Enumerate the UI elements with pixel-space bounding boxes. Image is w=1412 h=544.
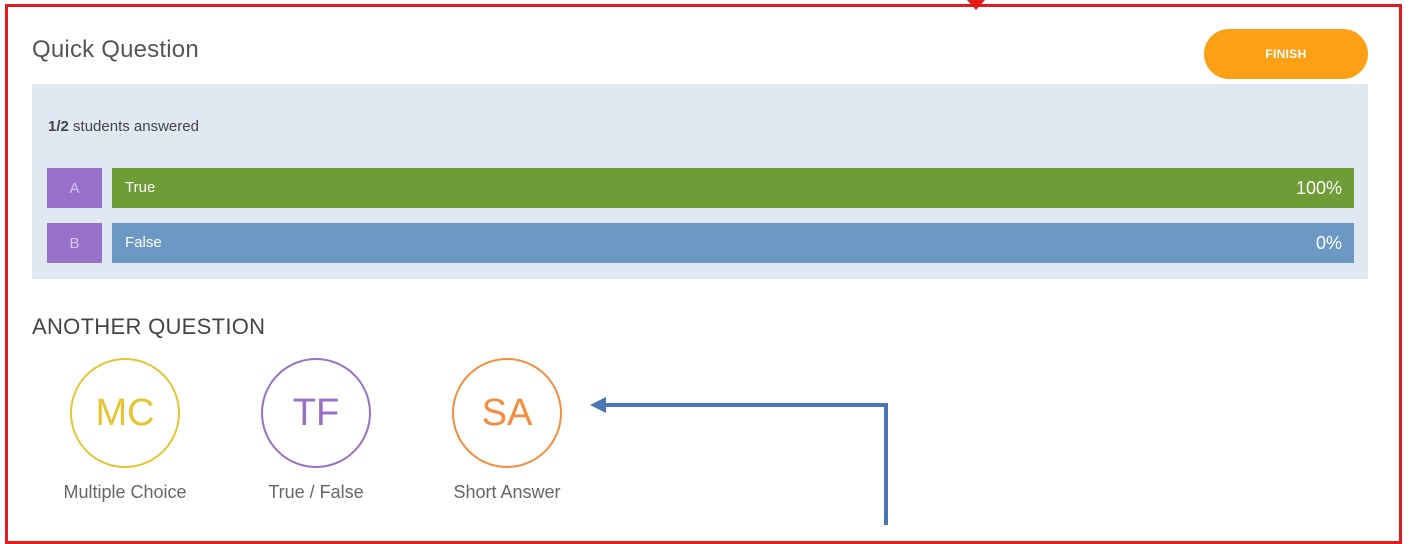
highlight-pointer — [967, 0, 985, 10]
results-panel: 1/2 students answered A True 100% B Fals… — [32, 84, 1368, 279]
answer-percent: 100% — [1295, 178, 1342, 198]
multiple-choice-option[interactable]: MC Multiple Choice — [25, 358, 225, 518]
another-question-heading: ANOTHER QUESTION — [32, 314, 266, 339]
finish-button[interactable]: FINISH — [1204, 29, 1368, 79]
annotation-arrow-shaft-vertical — [884, 403, 888, 525]
multiple-choice-icon[interactable]: MC — [70, 358, 180, 468]
answered-suffix: students answered — [68, 118, 199, 135]
true-false-option[interactable]: TF True / False — [216, 358, 416, 518]
answer-bar: True 100% — [112, 168, 1354, 208]
annotation-arrow-shaft-horizontal — [605, 403, 888, 407]
answered-summary: 1/2 students answered — [48, 118, 199, 135]
answer-label: True — [125, 179, 156, 196]
multiple-choice-label: Multiple Choice — [63, 482, 187, 502]
short-answer-icon[interactable]: SA — [452, 358, 562, 468]
answer-letter: B — [47, 223, 102, 263]
answer-letter: A — [47, 168, 102, 208]
short-answer-label: Short Answer — [453, 482, 561, 502]
answer-bar-fill — [112, 168, 1354, 208]
true-false-label: True / False — [268, 482, 364, 502]
answer-percent: 0% — [1315, 233, 1342, 253]
answered-count: 1/2 — [48, 118, 69, 135]
true-false-icon[interactable]: TF — [261, 358, 371, 468]
answer-row-b: B False 0% — [47, 223, 1354, 263]
page-title: Quick Question — [32, 36, 199, 63]
answer-bar: False 0% — [112, 223, 1354, 263]
answer-label: False — [125, 234, 162, 251]
short-answer-option[interactable]: SA Short Answer — [407, 358, 607, 518]
annotation-arrow-head — [590, 397, 606, 413]
answer-row-a: A True 100% — [47, 168, 1354, 208]
